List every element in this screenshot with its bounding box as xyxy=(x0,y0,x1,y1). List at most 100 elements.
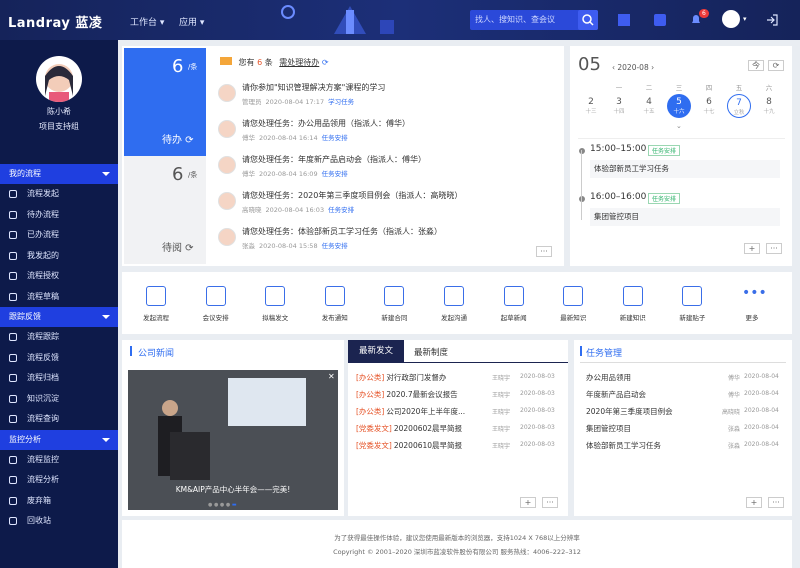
calendar-date[interactable]: 8 十九 xyxy=(757,94,781,118)
quick-action-7[interactable]: 最新知识 xyxy=(543,286,603,322)
task-row[interactable]: 体验部新员工学习任务 张淼 2020-08-04 xyxy=(586,440,786,454)
sidebar-item[interactable]: 待办流程 xyxy=(0,205,118,226)
chevron-down-icon[interactable]: ⌄ xyxy=(676,122,682,130)
todo-item[interactable]: 请您处理任务：年度新产品启动会（指派人：傅华） 傅华 2020-08-04 16:0… xyxy=(214,152,558,188)
app-icon[interactable] xyxy=(654,14,666,26)
task-person: 傅华 xyxy=(727,392,740,399)
sidebar-item[interactable]: 已办流程 xyxy=(0,225,118,246)
search-button[interactable] xyxy=(578,10,598,30)
tasks-add-button[interactable]: + xyxy=(746,497,762,508)
docs-more-button[interactable]: ··· xyxy=(542,497,558,508)
tasks-more-button[interactable]: ··· xyxy=(768,497,784,508)
toread-count-panel[interactable]: 6 /条 待阅 ⟳ xyxy=(124,156,206,264)
quick-action-0[interactable]: 发起流程 xyxy=(126,286,186,322)
weekday-label: 四 xyxy=(705,84,713,92)
todo-item[interactable]: 请你参加"知识管理解决方案"课程的学习 管理员 2020-08-04 17:17 学习… xyxy=(214,80,558,116)
doc-row[interactable]: [党委发文] 20200610晨早简报 王晓宇 2020-08-03 xyxy=(356,440,562,454)
quick-action-3[interactable]: 发布通知 xyxy=(305,286,365,322)
todo-item-tag[interactable]: 任务安排 xyxy=(322,170,348,178)
sidebar-item[interactable]: 知识沉淀 xyxy=(0,389,118,410)
quick-action-2[interactable]: 拟稿发文 xyxy=(245,286,305,322)
doc-author: 王晓宇 xyxy=(492,375,511,382)
logo[interactable]: Landray 蓝凌 xyxy=(8,12,102,31)
calendar-refresh-button[interactable]: ⟳ xyxy=(768,60,784,71)
sidebar-item[interactable]: 流程跟踪 xyxy=(0,327,118,348)
task-row[interactable]: 集团管控项目 张淼 2020-08-04 xyxy=(586,423,786,437)
task-row[interactable]: 年度新产品启动会 傅华 2020-08-04 xyxy=(586,389,786,403)
search-input[interactable]: 找人、搜知识、查会议 xyxy=(470,10,598,30)
sidebar-item[interactable]: 回收站 xyxy=(0,511,118,532)
quick-action-icon xyxy=(503,286,524,306)
user-name: 陈小希 xyxy=(47,107,71,116)
quick-action-10[interactable]: ••• 更多 xyxy=(722,286,782,322)
todo-item[interactable]: 请您处理任务：体验部新员工学习任务（指派人：张淼） 张淼 2020-08-04 15… xyxy=(214,224,558,260)
sidebar-item[interactable]: 流程归档 xyxy=(0,368,118,389)
sidebar-item[interactable]: 流程草稿 xyxy=(0,287,118,308)
doc-row[interactable]: [党委发文] 20200602晨早简报 王晓宇 2020-08-03 xyxy=(356,423,562,437)
quick-action-8[interactable]: 新建知识 xyxy=(603,286,663,322)
sidebar-section[interactable]: 监控分析 xyxy=(0,429,118,450)
sidebar-item[interactable]: 流程查询 xyxy=(0,409,118,430)
calendar-date[interactable]: 5 十六 xyxy=(667,94,691,118)
todo-item[interactable]: 请您处理任务：办公用品领用（指派人：傅华） 傅华 2020-08-04 16:14 任… xyxy=(214,116,558,152)
logout-icon[interactable] xyxy=(766,14,778,26)
event-title[interactable]: 体验部新员工学习任务 xyxy=(590,160,780,178)
todo-item-tag[interactable]: 学习任务 xyxy=(328,98,354,106)
sidebar-item[interactable]: 废弃箱 xyxy=(0,491,118,512)
todo-item-title: 请你参加"知识管理解决方案"课程的学习 xyxy=(242,83,386,92)
user-avatar[interactable] xyxy=(722,10,740,28)
sidebar-section[interactable]: 跟踪反馈 xyxy=(0,307,118,327)
sidebar-item[interactable]: 我发起的 xyxy=(0,246,118,267)
quick-action-4[interactable]: 新建合同 xyxy=(364,286,424,322)
calendar-more-button[interactable]: ··· xyxy=(766,243,782,254)
todo-link[interactable]: 需处理待办 xyxy=(279,58,319,67)
nav-workbench[interactable]: 工作台 ▾ xyxy=(130,15,164,28)
nav-apps[interactable]: 应用 ▾ xyxy=(179,15,204,28)
calendar-today-button[interactable]: 今 xyxy=(748,60,764,71)
sidebar-section[interactable]: 我的流程 xyxy=(0,164,118,184)
date-number: 8 xyxy=(766,97,772,107)
quick-action-1[interactable]: 会议安排 xyxy=(186,286,246,322)
sidebar-item[interactable]: 流程监控 xyxy=(0,450,118,471)
carousel-dots[interactable]: ● ● ● ● ▬ xyxy=(208,502,237,508)
quick-action-6[interactable]: 起草新闻 xyxy=(484,286,544,322)
todo-item-tag[interactable]: 任务安排 xyxy=(322,134,348,142)
sidebar-item[interactable]: 流程分析 xyxy=(0,470,118,491)
sidebar-item[interactable]: 流程反馈 xyxy=(0,348,118,369)
quick-action-5[interactable]: 发起沟通 xyxy=(424,286,484,322)
sidebar-item[interactable]: 流程授权 xyxy=(0,266,118,287)
sidebar-item[interactable]: 流程发起 xyxy=(0,184,118,205)
org-icon[interactable] xyxy=(618,14,630,26)
todo-summary: 您有 6 条 需处理待办 ⟳ xyxy=(220,57,329,68)
doc-author: 王晓宇 xyxy=(492,409,511,416)
news-photo[interactable]: KM&AIP产品中心半年会——完美! ✕ ● ● ● ● ▬ xyxy=(128,370,338,510)
calendar-date[interactable]: 7 立秋 xyxy=(727,94,751,118)
doc-category: [办公类] xyxy=(356,373,385,382)
quick-action-label: 最新知识 xyxy=(560,314,587,322)
todo-item-tag[interactable]: 任务安排 xyxy=(322,242,348,250)
todo-count-panel[interactable]: 6 /条 待办 ⟳ xyxy=(124,48,206,156)
doc-row[interactable]: [办公类] 2020.7最新会议报告 王晓宇 2020-08-03 xyxy=(356,389,562,403)
tab-latest-docs[interactable]: 最新发文 xyxy=(348,340,404,362)
refresh-icon[interactable]: ⟳ xyxy=(322,58,329,67)
quick-action-9[interactable]: 新建贴子 xyxy=(662,286,722,322)
tab-latest-rules[interactable]: 最新制度 xyxy=(414,346,448,358)
avatar[interactable] xyxy=(36,56,82,102)
todo-item-tag[interactable]: 任务安排 xyxy=(328,206,354,214)
chevron-down-icon[interactable]: ▾ xyxy=(743,15,747,23)
event-title[interactable]: 集团管控项目 xyxy=(590,208,780,226)
calendar-date[interactable]: 3 十四 xyxy=(607,94,631,118)
doc-row[interactable]: [办公类] 公司2020年上半年度... 王晓宇 2020-08-03 xyxy=(356,406,562,420)
calendar-add-button[interactable]: + xyxy=(744,243,760,254)
calendar-date[interactable]: 2 十三 xyxy=(579,94,603,118)
close-icon[interactable]: ✕ xyxy=(328,372,335,381)
calendar-date[interactable]: 6 十七 xyxy=(697,94,721,118)
task-row[interactable]: 办公用品领用 傅华 2020-08-04 xyxy=(586,372,786,386)
docs-add-button[interactable]: + xyxy=(520,497,536,508)
todo-more-button[interactable]: ··· xyxy=(536,246,552,257)
event-time: 15:00–15:00 xyxy=(590,144,647,154)
doc-row[interactable]: [办公类] 对行政部门发督办 王晓宇 2020-08-03 xyxy=(356,372,562,386)
todo-item[interactable]: 请您处理任务：2020年第三季度项目例会（指派人：高晓晓） 高晓晓 2020-08-… xyxy=(214,188,558,224)
task-row[interactable]: 2020年第三季度项目例会 高晓晓 2020-08-04 xyxy=(586,406,786,420)
calendar-date[interactable]: 4 十五 xyxy=(637,94,661,118)
